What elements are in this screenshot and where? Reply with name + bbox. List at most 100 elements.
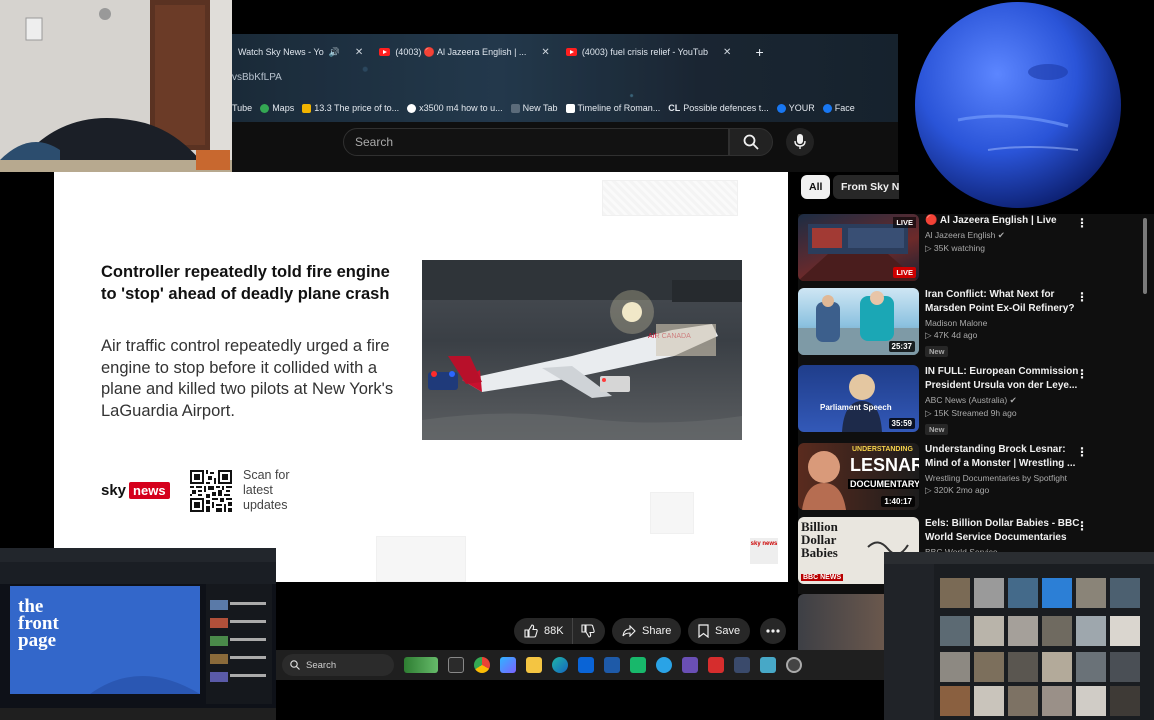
recommendation-item[interactable]: UNDERSTANDING LESNAR DOCUMENTARY 1:40:17… — [798, 443, 1098, 513]
bookmark-item[interactable]: Tube — [232, 103, 252, 113]
bookmark-item[interactable]: YOUR — [776, 103, 815, 113]
video-title[interactable]: IN FULL: European Commission President U… — [925, 365, 1080, 393]
thumbnail-text: LESNAR — [850, 455, 919, 475]
channel-name[interactable]: ABC News (Australia) ✔ — [925, 395, 1080, 406]
tab-fuel-crisis[interactable]: (4003) fuel crisis relief - YouTub ✕ — [560, 41, 738, 63]
outlook-icon[interactable] — [578, 657, 594, 673]
obs-icon[interactable] — [786, 657, 802, 673]
widgets-icon[interactable] — [404, 657, 438, 673]
save-label: Save — [715, 625, 741, 637]
save-button[interactable]: Save — [688, 618, 751, 644]
search-input[interactable]: Search — [343, 128, 729, 156]
channel-name[interactable]: Wrestling Documentaries by Spotfight — [925, 473, 1080, 483]
app-icon[interactable] — [682, 657, 698, 673]
more-vertical-icon[interactable]: ⋮ — [1076, 519, 1088, 533]
chip-all[interactable]: All — [801, 175, 831, 199]
video-body-text: Air traffic control repeatedly urged a f… — [101, 337, 394, 420]
like-button[interactable]: 88K — [514, 618, 572, 644]
plane-crash-image: AIR CANADA — [422, 260, 742, 440]
video-title[interactable]: Understanding Brock Lesnar: Mind of a Mo… — [925, 443, 1080, 471]
sidebar-scrollbar[interactable] — [1143, 218, 1147, 294]
facebook-icon — [822, 103, 832, 113]
search-icon — [290, 660, 300, 670]
recommendation-item[interactable]: 25:37 Iran Conflict: What Next for Marsd… — [798, 288, 1098, 358]
bbc-news-badge: BBC NEWS — [801, 574, 844, 581]
more-vertical-icon[interactable]: ⋮ — [1076, 445, 1088, 459]
bookmarks-bar: Tube Maps 13.3 The price of to... x3500 … — [232, 98, 855, 118]
store-icon[interactable] — [604, 657, 620, 673]
new-badge: New — [925, 424, 949, 435]
share-group: Share — [612, 618, 682, 644]
tab-al-jazeera[interactable]: (4003) 🔴 Al Jazeera English | ... ✕ — [373, 41, 556, 63]
taskbar-search-placeholder: Search — [306, 659, 337, 671]
speaker-icon[interactable]: 🔊 — [329, 47, 340, 58]
video-title[interactable]: Iran Conflict: What Next for Marsden Poi… — [925, 288, 1080, 316]
cl-icon: CL — [668, 103, 681, 113]
video-thumbnail[interactable]: 25:37 — [798, 288, 919, 355]
live-label: LIVE — [893, 217, 916, 228]
search-button[interactable] — [729, 128, 773, 156]
channel-name[interactable]: Madison Malone — [925, 318, 1080, 328]
bookmark-item[interactable]: Face — [822, 103, 855, 113]
telegram-icon[interactable] — [656, 657, 672, 673]
share-button[interactable]: Share — [612, 618, 682, 644]
chrome-icon[interactable] — [474, 657, 490, 673]
tab-sky-news[interactable]: Watch Sky News - Yo 🔊 ✕ — [232, 41, 369, 63]
share-icon — [622, 625, 636, 637]
video-thumbnail[interactable]: LIVE LIVE — [798, 214, 919, 281]
bookmark-item[interactable]: New Tab — [510, 103, 558, 113]
google-icon — [407, 103, 417, 113]
recommendation-item[interactable]: LIVE LIVE 🔴 Al Jazeera English | Live Al… — [798, 214, 1098, 284]
video-title[interactable]: Eels: Billion Dollar Babies - BBC World … — [925, 517, 1080, 545]
video-thumbnail[interactable]: UNDERSTANDING LESNAR DOCUMENTARY 1:40:17 — [798, 443, 919, 510]
dislike-button[interactable] — [571, 618, 605, 644]
video-title[interactable]: 🔴 Al Jazeera English | Live — [925, 214, 1080, 228]
webcam-overlay — [0, 0, 232, 172]
bookmark-item[interactable]: 13.3 The price of to... — [302, 103, 399, 113]
video-duration: 25:37 — [888, 341, 915, 352]
chip-from-channel[interactable]: From Sky News — [833, 175, 899, 199]
facebook-icon — [776, 103, 786, 113]
game-controller-icon[interactable] — [734, 657, 750, 673]
taskbar-search[interactable]: Search — [282, 654, 394, 676]
bookmark-item[interactable]: x3500 m4 how to u... — [407, 103, 503, 113]
bookmark-item[interactable]: CL Possible defences t... — [668, 103, 769, 113]
sky-wordmark: sky — [101, 482, 127, 499]
more-horizontal-icon — [766, 629, 780, 633]
app-icon[interactable] — [630, 657, 646, 673]
app-icon[interactable] — [760, 657, 776, 673]
more-group — [760, 618, 786, 644]
video-thumbnail[interactable]: Parliament Speech 35:59 — [798, 365, 919, 432]
file-explorer-icon[interactable] — [526, 657, 542, 673]
channel-name[interactable]: Al Jazeera English ✔ — [925, 230, 1080, 241]
sky-news-logo: sky news — [101, 482, 170, 499]
copilot-icon[interactable] — [500, 657, 516, 673]
app-icon[interactable] — [708, 657, 724, 673]
verified-icon: ✔ — [997, 230, 1005, 240]
close-tab-icon[interactable]: ✕ — [355, 47, 363, 58]
youtube-icon — [379, 48, 391, 56]
windows-taskbar: Search — [276, 650, 884, 680]
close-tab-icon[interactable]: ✕ — [723, 47, 731, 58]
bookmark-item[interactable]: Maps — [260, 103, 294, 113]
new-badge: New — [925, 346, 949, 357]
more-vertical-icon[interactable]: ⋮ — [1076, 216, 1088, 230]
bookmark-item[interactable]: Timeline of Roman... — [565, 103, 660, 113]
task-view-icon[interactable] — [448, 657, 464, 673]
thumbnail-text: Parliament Speech — [820, 403, 892, 412]
new-tab-button[interactable]: + — [755, 44, 763, 60]
more-actions-button[interactable] — [760, 618, 786, 644]
page-icon — [510, 103, 520, 113]
wikipedia-icon — [565, 103, 575, 113]
mini-image-grid-art — [884, 552, 1154, 720]
recommendation-item[interactable]: Parliament Speech 35:59 IN FULL: Europea… — [798, 365, 1098, 435]
voice-search-button[interactable] — [786, 128, 814, 156]
more-vertical-icon[interactable]: ⋮ — [1076, 290, 1088, 304]
close-tab-icon[interactable]: ✕ — [541, 47, 549, 58]
planet-overlay — [898, 0, 1154, 216]
video-player[interactable]: Controller repeatedly told fire engine t… — [54, 172, 788, 582]
edge-icon[interactable] — [552, 657, 568, 673]
more-vertical-icon[interactable]: ⋮ — [1076, 367, 1088, 381]
search-icon — [743, 134, 759, 150]
address-bar[interactable]: vsBbKfLPA — [232, 72, 282, 83]
